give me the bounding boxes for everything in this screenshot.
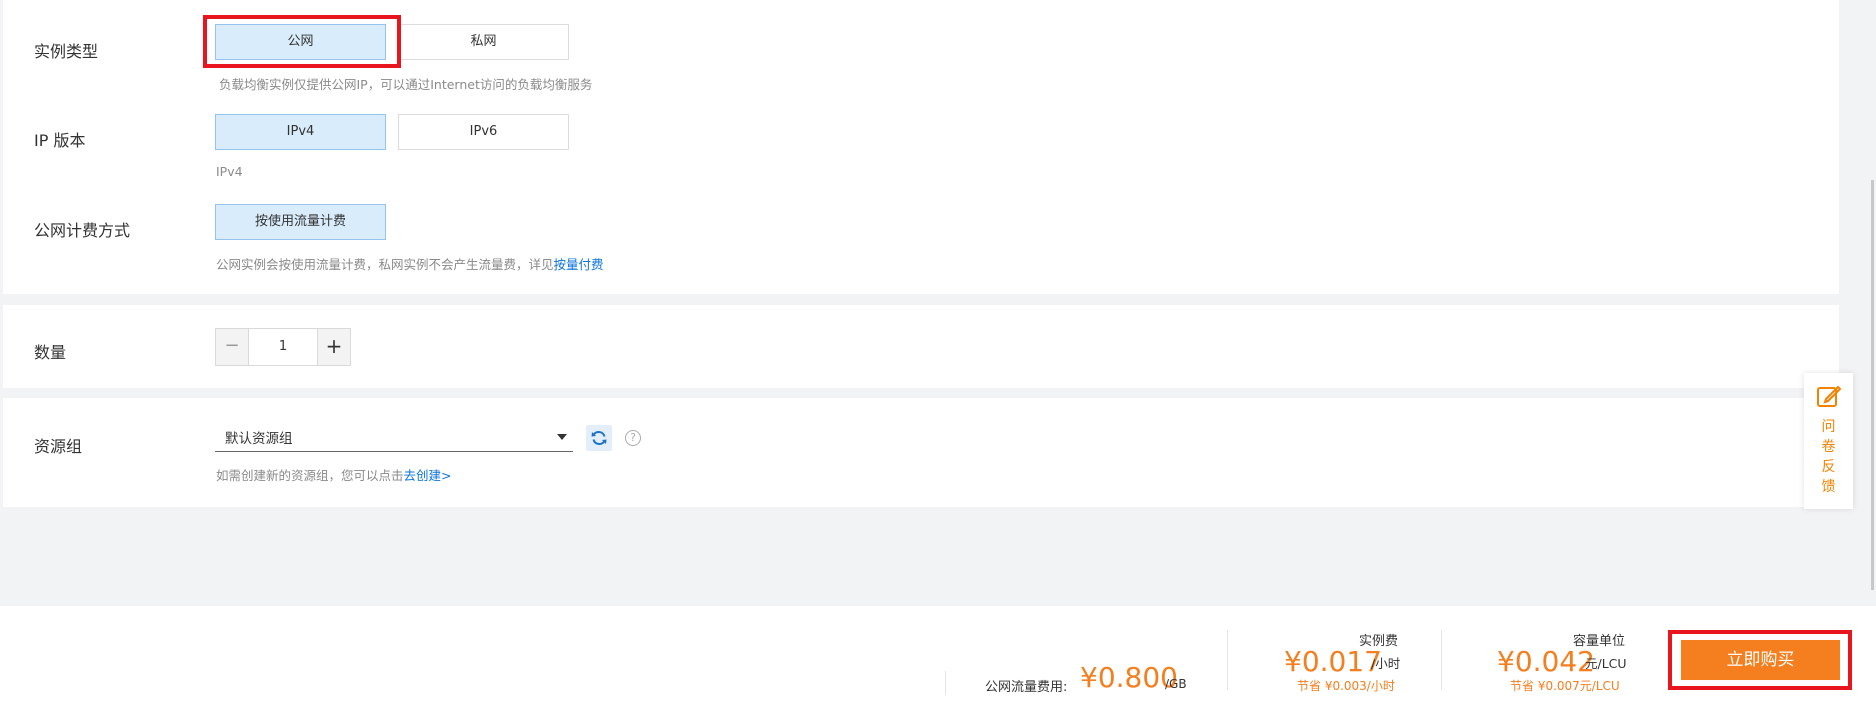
create-resource-group-link[interactable]: 去创建> <box>404 468 452 483</box>
instance-type-private-option[interactable]: 私网 <box>398 24 569 60</box>
survey-feedback-button[interactable]: 问 卷 反 馈 <box>1804 373 1853 509</box>
feedback-char: 卷 <box>1821 439 1836 455</box>
instance-type-label: 实例类型 <box>34 42 99 61</box>
footer-divider <box>945 671 946 695</box>
resource-group-select[interactable]: 默认资源组 <box>215 424 573 452</box>
feedback-char: 馈 <box>1821 479 1836 495</box>
quantity-stepper: − 1 + <box>215 328 351 366</box>
billing-hint: 公网实例会按使用流量计费，私网实例不会产生流量费，详见按量付费 <box>216 254 604 273</box>
buy-now-button[interactable]: 立即购买 <box>1681 640 1840 680</box>
quantity-decrement-button[interactable]: − <box>216 329 248 365</box>
instance-fee-savings: 节省 ¥0.003/小时 <box>1297 679 1395 693</box>
footer-divider <box>1227 630 1228 690</box>
feedback-char: 问 <box>1821 419 1836 435</box>
resource-group-hint-text: 如需创建新的资源组，您可以点击 <box>216 468 404 483</box>
instance-type-hint: 负载均衡实例仅提供公网IP，可以通过Internet访问的负载均衡服务 <box>219 77 593 92</box>
billing-label: 公网计费方式 <box>34 221 131 240</box>
refresh-icon[interactable] <box>586 425 612 451</box>
pay-as-you-go-link[interactable]: 按量付费 <box>554 257 604 272</box>
traffic-fee-label: 公网流量费用: <box>985 680 1068 695</box>
ip-version-label: IP 版本 <box>34 131 86 150</box>
resource-group-hint: 如需创建新的资源组，您可以点击去创建> <box>216 465 452 484</box>
ip-version-hint: IPv4 <box>216 164 243 179</box>
resource-group-selected-value: 默认资源组 <box>225 431 293 447</box>
edit-icon <box>1816 383 1842 413</box>
dropdown-caret-icon <box>557 434 567 440</box>
instance-type-public-option[interactable]: 公网 <box>215 24 386 60</box>
ip-version-ipv6-option[interactable]: IPv6 <box>398 114 569 150</box>
feedback-label: 问 卷 反 馈 <box>1804 417 1853 497</box>
traffic-fee-price: ¥0.800 <box>1080 661 1178 694</box>
billing-hint-text: 公网实例会按使用流量计费，私网实例不会产生流量费，详见 <box>216 257 554 272</box>
feedback-char: 反 <box>1821 459 1836 475</box>
config-card-resource-group <box>3 398 1840 507</box>
lcu-fee-price: ¥0.042 <box>1497 645 1595 678</box>
instance-fee-price: ¥0.017 <box>1284 645 1382 678</box>
quantity-increment-button[interactable]: + <box>318 329 350 365</box>
footer-divider <box>1441 630 1442 690</box>
billing-traffic-option[interactable]: 按使用流量计费 <box>215 204 386 240</box>
instance-fee-unit: /小时 <box>1371 656 1401 671</box>
quantity-label: 数量 <box>34 343 67 362</box>
ip-version-ipv4-option[interactable]: IPv4 <box>215 114 386 150</box>
resource-group-label: 资源组 <box>34 437 83 456</box>
quantity-value-input[interactable]: 1 <box>248 329 318 365</box>
help-icon[interactable]: ? <box>625 430 641 446</box>
traffic-fee-unit: /GB <box>1165 677 1187 691</box>
lcu-fee-savings: 节省 ¥0.007元/LCU <box>1510 679 1620 693</box>
page-scrollbar[interactable] <box>1871 180 1874 590</box>
lcu-fee-unit: 元/LCU <box>1585 656 1627 671</box>
